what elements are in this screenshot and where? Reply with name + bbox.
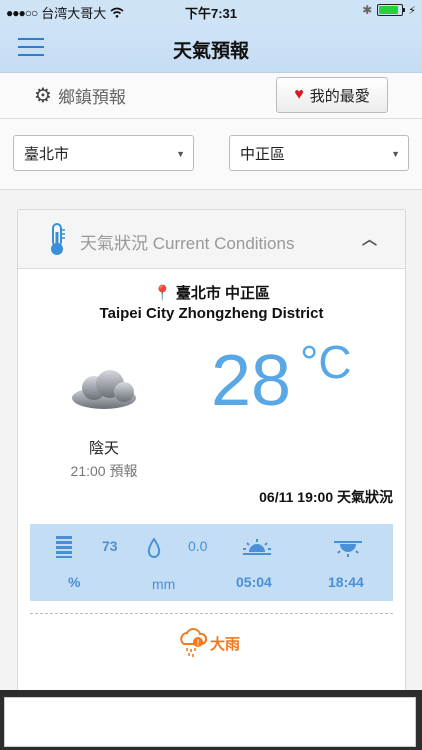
observation-time: 06/11 19:00 天氣狀況	[259, 489, 393, 505]
weather-alert[interactable]: ! 大雨	[178, 628, 240, 658]
bluetooth-icon: ✱	[362, 3, 373, 17]
sunset-time: 18:44	[328, 574, 364, 590]
rain-value: 0.0	[188, 538, 208, 554]
svg-text:!: !	[197, 639, 200, 648]
heavy-rain-alert-icon: !	[180, 628, 208, 657]
location-chinese: 📍 臺北市 中正區	[18, 282, 405, 303]
charging-icon: ⚡	[408, 4, 416, 17]
toolbar: ⚙ 鄉鎮預報 ♥ 我的最愛	[0, 73, 422, 119]
city-select-value: 臺北市	[24, 145, 70, 163]
clock: 下午7:31	[184, 6, 238, 21]
humidity-bars-icon	[56, 536, 72, 558]
chevron-up-icon[interactable]: ︿	[362, 228, 377, 249]
city-select[interactable]: 臺北市 ▼	[13, 135, 194, 171]
weather-condition: 陰天	[88, 440, 119, 457]
chevron-down-icon: ▼	[391, 149, 400, 159]
card-title: 天氣狀況 Current Conditions	[80, 234, 295, 253]
divider	[30, 613, 393, 614]
district-select-value: 中正區	[240, 145, 286, 163]
thermometer-icon	[51, 223, 65, 255]
location-english: Taipei City Zhongzheng District	[99, 305, 324, 322]
sunset-icon	[334, 541, 362, 557]
favorites-label: 我的最愛	[309, 87, 370, 105]
current-conditions-card: 天氣狀況 Current Conditions ︿ 📍 臺北市 中正區 Taip…	[17, 209, 406, 701]
chevron-down-icon: ▼	[176, 149, 185, 159]
temperature-value: 28	[211, 341, 292, 421]
humidity-value: 73	[102, 538, 118, 554]
sunrise-icon	[243, 539, 271, 555]
battery-icon	[377, 4, 406, 16]
forecast-time: 21:00 預報	[70, 463, 138, 479]
town-forecast-label: 鄉鎮預報	[57, 88, 126, 107]
raindrop-icon	[147, 538, 161, 558]
map-pin-icon: 📍	[152, 285, 172, 302]
location-selectors: 臺北市 ▼ 中正區 ▼	[0, 119, 422, 190]
temperature-unit: °C	[300, 336, 352, 388]
location-zh-text: 臺北市 中正區	[175, 285, 271, 302]
stats-panel: 73 % 0.0 mm 05:04 18:44	[30, 524, 393, 601]
nav-bar: 天氣預報	[0, 22, 422, 73]
page-title: 天氣預報	[172, 41, 249, 62]
town-forecast-link[interactable]: ⚙ 鄉鎮預報	[34, 83, 126, 108]
card-header[interactable]: 天氣狀況 Current Conditions ︿	[18, 210, 405, 269]
favorites-button[interactable]: ♥ 我的最愛	[276, 77, 388, 113]
alert-label: 大雨	[210, 635, 241, 653]
sunrise-time: 05:04	[236, 574, 272, 590]
gear-icon: ⚙	[34, 85, 52, 107]
status-bar: ●●●○○ 台湾大哥大 下午7:31 ✱ ⚡	[0, 0, 422, 22]
district-select[interactable]: 中正區 ▼	[229, 135, 409, 171]
cloud-icon	[72, 370, 136, 409]
heart-icon: ♥	[294, 86, 304, 103]
rain-unit: mm	[152, 576, 176, 592]
humidity-unit: %	[68, 574, 81, 590]
ad-banner[interactable]	[4, 697, 416, 747]
